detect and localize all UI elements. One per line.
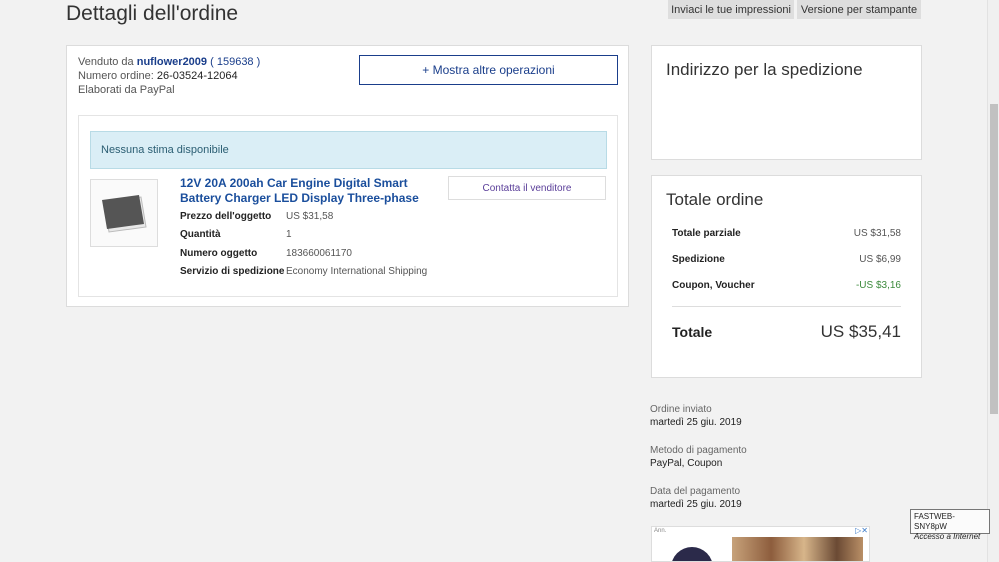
image-placeholder-icon bbox=[102, 195, 147, 233]
payment-method-info: Metodo di pagamento PayPal, Coupon bbox=[650, 444, 747, 470]
network-tooltip: FASTWEB-SNY8pW Accesso a Internet bbox=[910, 509, 990, 541]
payment-date-label: Data del pagamento bbox=[650, 486, 741, 497]
item-number-row: Numero oggetto 183660061170 bbox=[180, 248, 352, 260]
item-price-value: US $31,58 bbox=[286, 211, 334, 222]
item-price-label: Prezzo dell'oggetto bbox=[180, 211, 272, 222]
advertisement[interactable]: Ann. ▷✕ bbox=[651, 526, 870, 562]
network-status: Accesso a Internet bbox=[914, 532, 981, 541]
subtotal-value: US $31,58 bbox=[853, 228, 901, 239]
network-name: FASTWEB-SNY8pW bbox=[914, 512, 955, 531]
item-title-link[interactable]: 12V 20A 200ah Car Engine Digital Smart B… bbox=[180, 176, 430, 206]
page-title: Dettagli dell'ordine bbox=[66, 2, 239, 25]
item-price-row: Prezzo dell'oggetto US $31,58 bbox=[180, 211, 333, 223]
close-icon[interactable]: ▷✕ bbox=[854, 527, 869, 535]
shipping-service-row: Servizio di spedizione Economy Internatio… bbox=[180, 266, 427, 278]
order-details-panel: Venduto da nuflower2009 ( 159638 ) Numer… bbox=[66, 45, 629, 307]
seller-feedback-score-link[interactable]: 159638 bbox=[217, 56, 254, 68]
item-thumbnail[interactable] bbox=[90, 179, 158, 247]
coupon-label: Coupon, Voucher bbox=[672, 280, 755, 291]
ad-label: Ann. bbox=[654, 528, 667, 534]
order-sent-value: martedì 25 giu. 2019 bbox=[650, 417, 742, 428]
shipping-address-heading: Indirizzo per la spedizione bbox=[666, 60, 863, 79]
payment-method-value: PayPal, Coupon bbox=[650, 458, 723, 469]
print-version-button[interactable]: Versione per stampante bbox=[797, 0, 921, 19]
item-box: Nessuna stima disponibile 12V 20A 200ah … bbox=[78, 115, 618, 297]
subtotal-row: Totale parziale US $31,58 bbox=[672, 228, 901, 239]
payment-date-info: Data del pagamento martedì 25 giu. 2019 bbox=[650, 485, 742, 511]
grand-total-row: Totale US $35,41 bbox=[672, 321, 901, 343]
shipping-service-value: Economy International Shipping bbox=[286, 266, 428, 277]
shipping-cost-row: Spedizione US $6,99 bbox=[672, 254, 901, 265]
grand-total-value: US $35,41 bbox=[820, 322, 901, 341]
order-sent-label: Ordine inviato bbox=[650, 404, 712, 415]
order-number-value: 26-03524-12064 bbox=[156, 70, 238, 82]
item-number-label: Numero oggetto bbox=[180, 248, 258, 259]
shipping-service-label: Servizio di spedizione bbox=[180, 266, 285, 277]
grand-total-label: Totale bbox=[672, 324, 713, 340]
contact-seller-button[interactable]: Contatta il venditore bbox=[448, 176, 606, 200]
shipping-address-panel: Indirizzo per la spedizione bbox=[651, 45, 922, 160]
feedback-button[interactable]: Inviaci le tue impressioni bbox=[668, 0, 794, 19]
shipping-estimate-banner: Nessuna stima disponibile bbox=[90, 131, 607, 169]
item-quantity-row: Quantità 1 bbox=[180, 229, 292, 241]
processed-by-text: Elaborati da PayPal bbox=[78, 84, 175, 96]
summary-divider bbox=[672, 306, 901, 307]
more-operations-button[interactable]: + Mostra altre operazioni bbox=[359, 55, 618, 85]
seller-name-link[interactable]: nuflower2009 bbox=[137, 56, 207, 68]
coupon-value: -US $3,16 bbox=[855, 280, 901, 291]
shipping-cost-label: Spedizione bbox=[672, 254, 725, 265]
scrollbar-thumb[interactable] bbox=[990, 104, 998, 414]
ad-logo bbox=[671, 547, 713, 561]
subtotal-label: Totale parziale bbox=[672, 228, 741, 239]
item-number-value: 183660061170 bbox=[286, 248, 352, 259]
order-total-heading: Totale ordine bbox=[666, 190, 764, 209]
page-scrollbar[interactable] bbox=[987, 0, 999, 562]
order-sent-info: Ordine inviato martedì 25 giu. 2019 bbox=[650, 403, 742, 429]
feedback-open-paren: ( bbox=[210, 56, 214, 68]
order-total-panel: Totale ordine Totale parziale US $31,58 … bbox=[651, 175, 922, 378]
order-number-label: Numero ordine: bbox=[78, 70, 154, 82]
seller-info: Venduto da nuflower2009 ( 159638 ) Numer… bbox=[78, 55, 260, 97]
coupon-row: Coupon, Voucher -US $3,16 bbox=[672, 280, 901, 291]
payment-date-value: martedì 25 giu. 2019 bbox=[650, 499, 742, 510]
item-quantity-value: 1 bbox=[286, 229, 292, 240]
payment-method-label: Metodo di pagamento bbox=[650, 445, 747, 456]
feedback-close-paren: ) bbox=[256, 56, 261, 68]
ad-image bbox=[732, 537, 863, 561]
shipping-cost-value: US $6,99 bbox=[859, 254, 901, 265]
sold-by-label: Venduto da bbox=[78, 56, 134, 68]
item-quantity-label: Quantità bbox=[180, 229, 221, 240]
